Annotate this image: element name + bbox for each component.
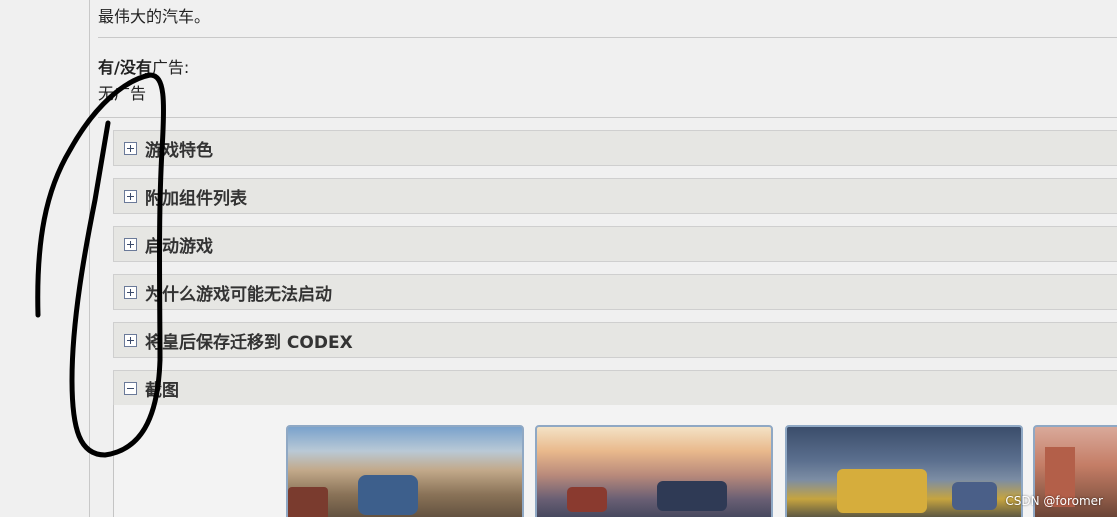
vehicle-shape	[358, 475, 418, 515]
expand-icon[interactable]	[124, 237, 137, 251]
divider	[98, 117, 1117, 118]
vehicle-shape	[952, 482, 997, 510]
ads-value: 无广告	[98, 84, 147, 103]
expand-icon[interactable]	[124, 285, 137, 299]
section-title: 启动游戏	[145, 236, 213, 257]
divider	[98, 37, 1117, 38]
expand-icon[interactable]	[124, 141, 137, 155]
section-title: 为什么游戏可能无法启动	[145, 284, 332, 305]
section-title: 游戏特色	[145, 140, 213, 161]
screenshot-thumbnail[interactable]	[785, 425, 1023, 517]
vehicle-shape	[837, 469, 927, 513]
collapse-icon[interactable]	[124, 381, 137, 395]
watermark: CSDN @foromer	[1005, 494, 1103, 508]
expand-icon[interactable]	[124, 333, 137, 347]
section-title: 将皇后保存迁移到 CODEX	[145, 332, 353, 353]
screenshot-thumbnail[interactable]	[535, 425, 773, 517]
section-title: 附加组件列表	[145, 188, 247, 209]
expand-icon[interactable]	[124, 189, 137, 203]
intro-text: 最伟大的汽车。	[98, 7, 211, 26]
vehicle-shape	[288, 487, 328, 517]
vehicle-shape	[657, 481, 727, 511]
vehicle-shape	[567, 487, 607, 512]
section-screenshots[interactable]: 截图	[113, 370, 1117, 406]
section-launch-game[interactable]: 启动游戏	[113, 226, 1117, 262]
section-why-not-start[interactable]: 为什么游戏可能无法启动	[113, 274, 1117, 310]
section-title: 截图	[145, 380, 179, 401]
screenshot-thumbnail[interactable]	[286, 425, 524, 517]
ads-label-bold: 有/没有	[98, 58, 152, 77]
section-addons-list[interactable]: 附加组件列表	[113, 178, 1117, 214]
ads-label: 有/没有广告:	[98, 54, 189, 78]
left-rail	[0, 0, 90, 517]
section-game-features[interactable]: 游戏特色	[113, 130, 1117, 166]
section-migrate-saves[interactable]: 将皇后保存迁移到 CODEX	[113, 322, 1117, 358]
ads-label-rest: 广告:	[151, 58, 190, 77]
